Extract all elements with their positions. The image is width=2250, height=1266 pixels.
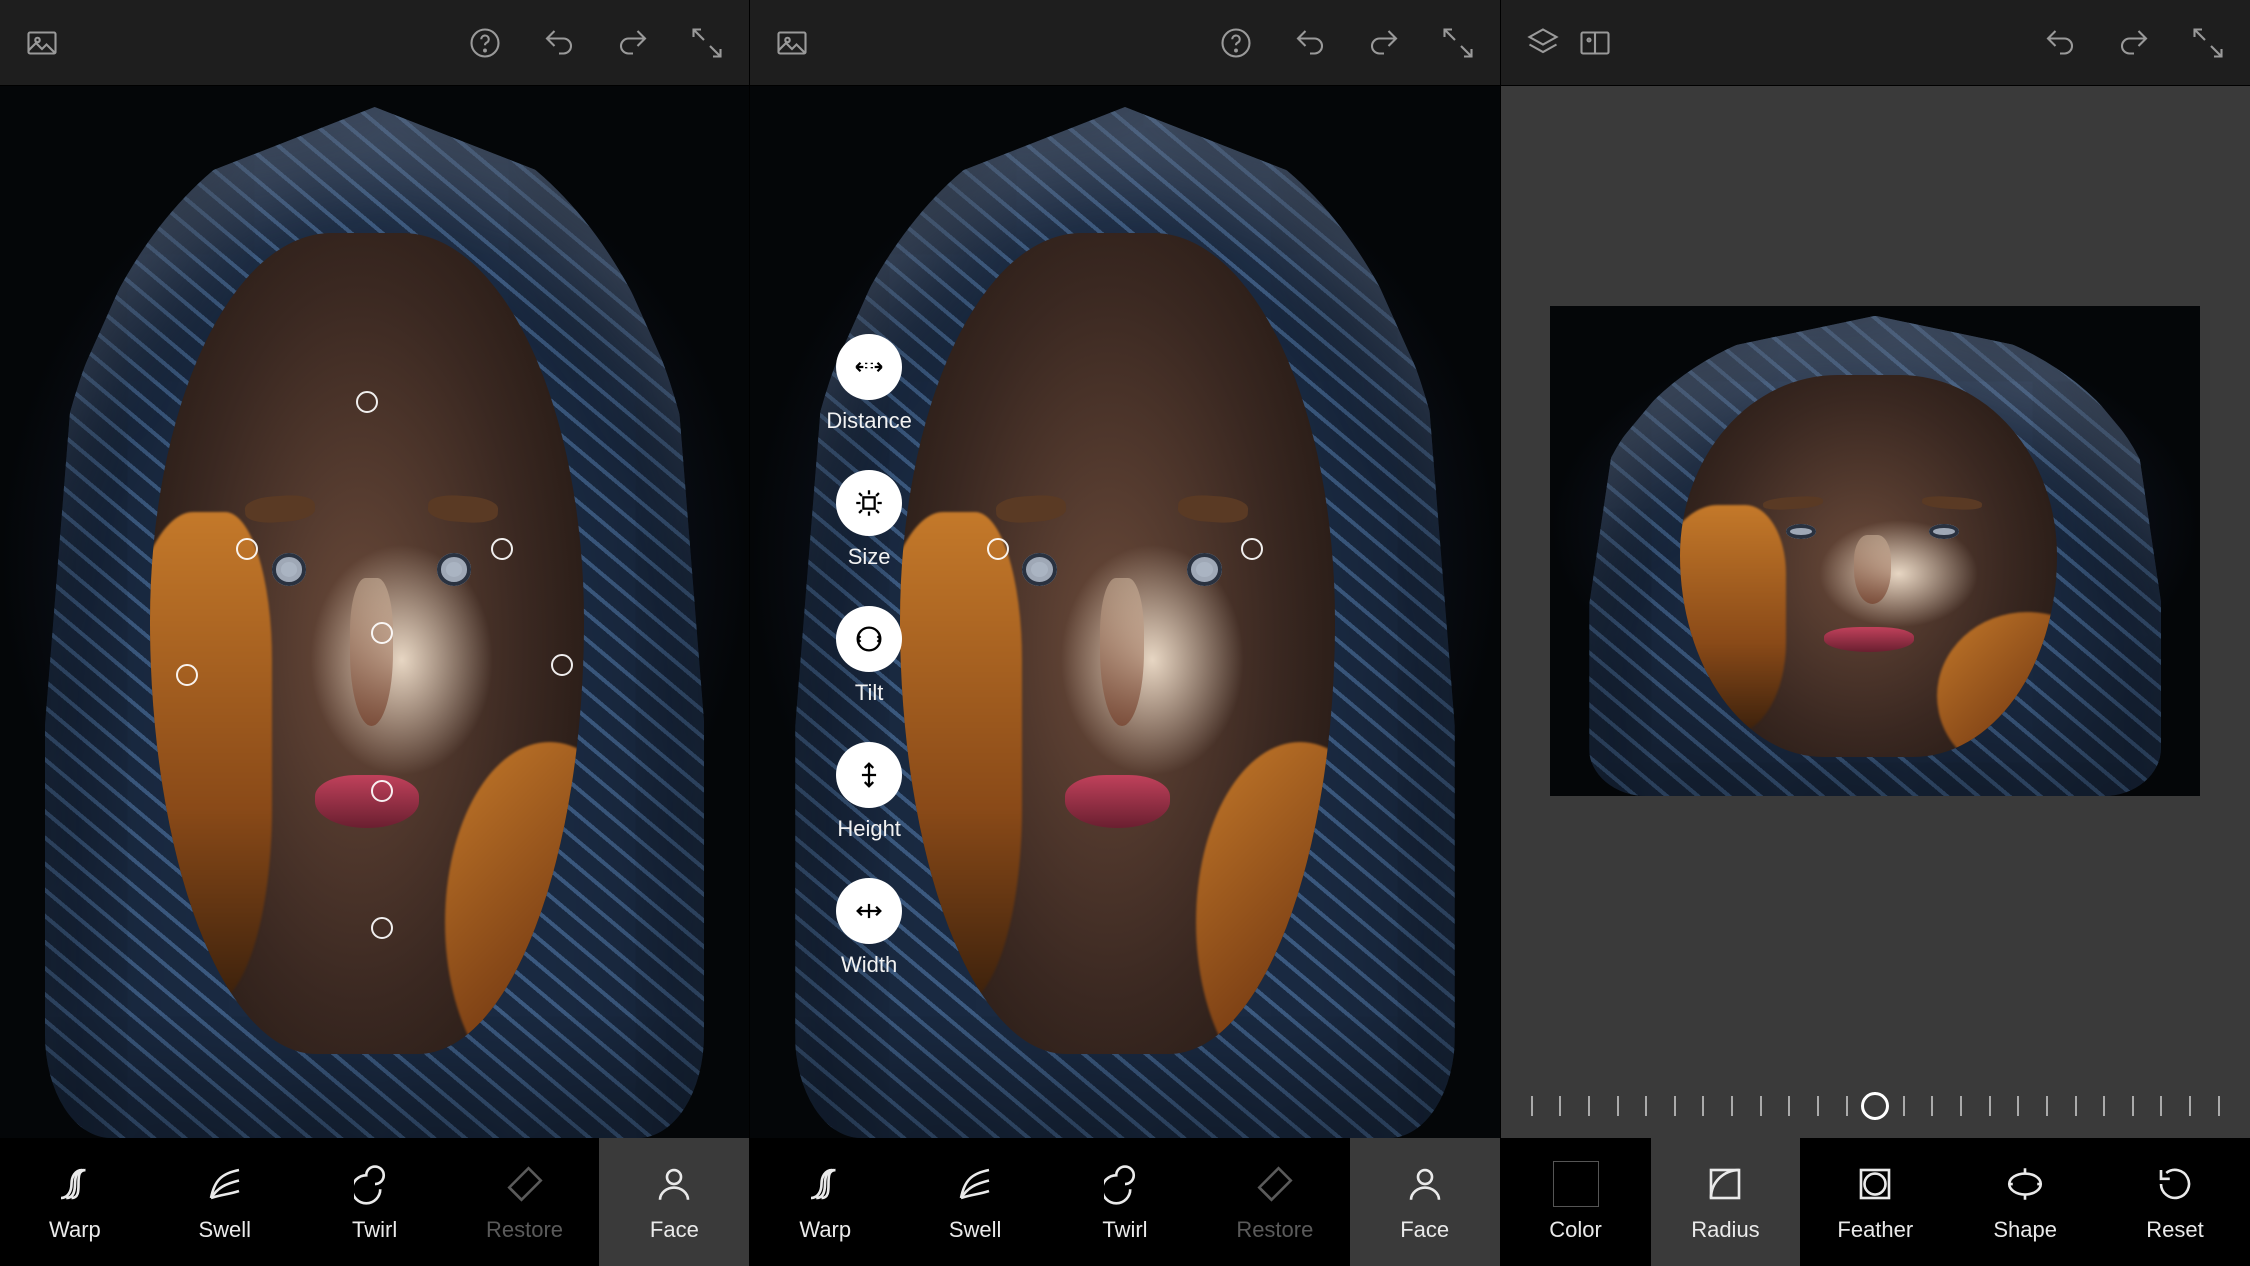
restore-icon [502,1161,548,1207]
tool-label: Warp [49,1217,101,1243]
tool-warp[interactable]: Warp [750,1138,900,1266]
tool-label: Feather [1837,1217,1913,1243]
face-icon [651,1161,697,1207]
image-icon[interactable] [770,21,814,65]
tool-radius[interactable]: Radius [1651,1138,1801,1266]
tool-restore: Restore [1200,1138,1350,1266]
feather-icon [1852,1161,1898,1207]
face-marker-eye-left[interactable] [987,538,1009,560]
restore-icon [1252,1161,1298,1207]
warp-icon [52,1161,98,1207]
face-opt-label: Tilt [855,680,884,706]
face-opt-label: Size [848,544,891,570]
face-marker-mouth[interactable] [371,780,393,802]
compare-icon[interactable] [1573,21,1617,65]
tool-warp[interactable]: Warp [0,1138,150,1266]
topbar [1501,0,2250,86]
expand-icon[interactable] [685,21,729,65]
size-icon [836,470,902,536]
tool-face[interactable]: Face [599,1138,749,1266]
slider[interactable] [1501,1074,2250,1138]
layers-icon[interactable] [1521,21,1565,65]
tool-label: Twirl [352,1217,397,1243]
face-marker-eye-left[interactable] [236,538,258,560]
reset-icon [2152,1161,2198,1207]
image-icon[interactable] [20,21,64,65]
swell-icon [202,1161,248,1207]
face-opt-label: Height [837,816,901,842]
shape-icon [2002,1161,2048,1207]
tool-label: Reset [2146,1217,2203,1243]
tool-twirl[interactable]: Twirl [1050,1138,1200,1266]
tool-label: Swell [949,1217,1002,1243]
tool-label: Restore [1236,1217,1313,1243]
face-opt-label: Distance [826,408,912,434]
face-opt-distance[interactable]: Distance [826,334,912,434]
redo-icon[interactable] [611,21,655,65]
radius-icon [1702,1161,1748,1207]
topbar [0,0,749,86]
tilt-icon [836,606,902,672]
tool-label: Color [1549,1217,1602,1243]
tool-face[interactable]: Face [1350,1138,1500,1266]
tool-label: Restore [486,1217,563,1243]
undo-icon[interactable] [537,21,581,65]
redo-icon[interactable] [1362,21,1406,65]
face-marker-eye-right[interactable] [1241,538,1263,560]
toolbar: Warp Swell Twirl Restore Face [750,1138,1499,1266]
tool-color[interactable]: Color [1501,1138,1651,1266]
face-marker-cheek-left[interactable] [176,664,198,686]
tool-shape[interactable]: Shape [1950,1138,2100,1266]
face-adjust-menu: Distance Size Tilt Height Width [826,334,912,978]
face-icon [1402,1161,1448,1207]
canvas[interactable] [1501,86,2250,1138]
face-opt-width[interactable]: Width [836,878,902,978]
undo-icon[interactable] [2038,21,2082,65]
width-icon [836,878,902,944]
undo-icon[interactable] [1288,21,1332,65]
topbar [750,0,1499,86]
height-icon [836,742,902,808]
face-marker-eye-right[interactable] [491,538,513,560]
expand-icon[interactable] [2186,21,2230,65]
tool-label: Radius [1691,1217,1759,1243]
tool-label: Shape [1993,1217,2057,1243]
tool-swell[interactable]: Swell [150,1138,300,1266]
color-icon [1553,1161,1599,1207]
distance-icon [836,334,902,400]
tool-swell[interactable]: Swell [900,1138,1050,1266]
face-opt-tilt[interactable]: Tilt [836,606,902,706]
expand-icon[interactable] [1436,21,1480,65]
twirl-icon [352,1161,398,1207]
help-icon[interactable] [463,21,507,65]
twirl-icon [1102,1161,1148,1207]
tool-twirl[interactable]: Twirl [300,1138,450,1266]
canvas[interactable]: Distance Size Tilt Height Width [750,86,1499,1138]
face-opt-height[interactable]: Height [836,742,902,842]
tool-reset[interactable]: Reset [2100,1138,2250,1266]
toolbar: Color Radius Feather Shape Reset [1501,1138,2250,1266]
tool-label: Swell [199,1217,252,1243]
help-icon[interactable] [1214,21,1258,65]
face-marker-cheek-right[interactable] [551,654,573,676]
face-marker-chin[interactable] [371,917,393,939]
face-opt-label: Width [841,952,897,978]
canvas[interactable] [0,86,749,1138]
warp-icon [802,1161,848,1207]
face-opt-size[interactable]: Size [836,470,902,570]
swell-icon [952,1161,998,1207]
portrait-image [0,86,749,1138]
slider-handle[interactable] [1861,1092,1889,1120]
tool-label: Face [650,1217,699,1243]
face-marker-nose[interactable] [371,622,393,644]
tool-label: Warp [799,1217,851,1243]
redo-icon[interactable] [2112,21,2156,65]
tool-restore: Restore [450,1138,600,1266]
tool-label: Face [1400,1217,1449,1243]
tool-label: Twirl [1102,1217,1147,1243]
face-marker-forehead[interactable] [356,391,378,413]
toolbar: Warp Swell Twirl Restore Face [0,1138,749,1266]
thumbnail-image [1550,306,2200,796]
tool-feather[interactable]: Feather [1800,1138,1950,1266]
